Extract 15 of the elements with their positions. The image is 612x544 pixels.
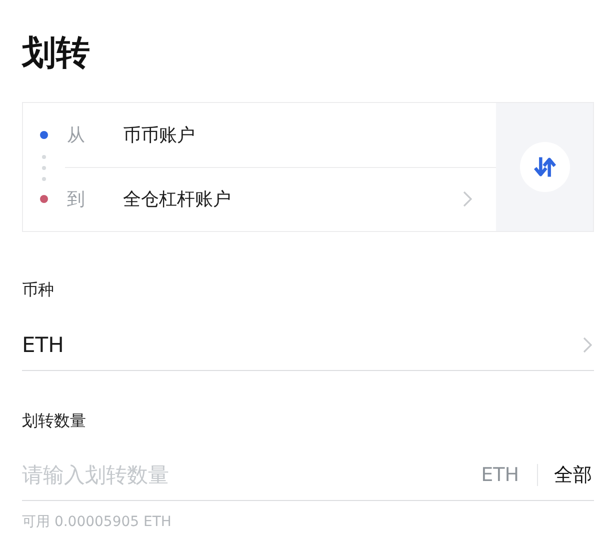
coin-selector[interactable]: ETH (22, 320, 594, 371)
account-name[interactable]: 币币账户 (123, 123, 462, 148)
available-balance: 可用 0.00005905 ETH (22, 513, 172, 532)
page-title: 划转 (22, 32, 91, 75)
swap-button[interactable] (520, 142, 570, 192)
direction-label: 从 (67, 124, 86, 148)
account-name[interactable]: 全仓杠杆账户 (123, 187, 462, 212)
chevron-right-icon (582, 337, 592, 353)
direction-label: 到 (67, 188, 86, 212)
amount-input[interactable]: 请输入划转数量 (22, 463, 482, 487)
all-button[interactable]: 全部 (554, 462, 592, 488)
connector-dots (42, 155, 46, 181)
amount-label: 划转数量 (22, 411, 87, 431)
coin-label: 币种 (22, 280, 55, 300)
unit-label: ETH (481, 464, 519, 486)
